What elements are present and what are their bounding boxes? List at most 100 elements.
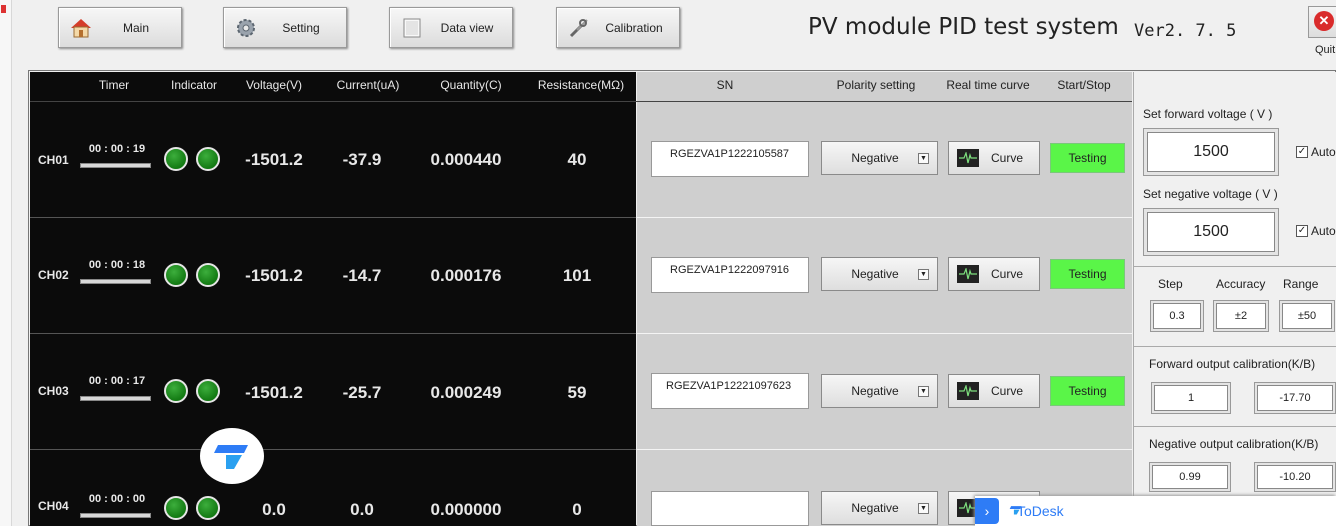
indicator-led [196, 147, 220, 171]
step-input[interactable]: 0.3 [1153, 303, 1201, 329]
header-curve: Real time curve [946, 78, 1030, 92]
curve-button[interactable]: Curve [948, 141, 1040, 175]
quantity-value: 0.000176 [430, 266, 502, 285]
indicator-led [164, 147, 188, 171]
polarity-select[interactable]: Negative ▼ [821, 374, 938, 408]
waveform-icon [957, 265, 979, 283]
header-current: Current(uA) [336, 78, 400, 92]
forward-auto-checkbox[interactable]: ✓ Auto [1296, 145, 1336, 159]
quit-button[interactable]: ✕ Quit [1306, 6, 1336, 58]
indicator-led [164, 263, 188, 287]
indicator-led [164, 496, 188, 520]
measurement-panel [30, 72, 636, 526]
negative-auto-checkbox[interactable]: ✓ Auto [1296, 224, 1336, 238]
channel-label: CH03 [38, 384, 69, 398]
header-indicator: Indicator [170, 78, 218, 92]
waveform-icon [957, 149, 979, 167]
start-stop-button[interactable]: Testing [1050, 376, 1125, 406]
sn-input[interactable]: RGEZVA1P1222105587 [651, 141, 809, 177]
quantity-value: 0.000000 [430, 500, 502, 519]
document-icon [400, 16, 424, 40]
voltage-value: 0.0 [262, 500, 286, 519]
app-title: PV module PID test system [808, 14, 1119, 40]
current-value: -37.9 [342, 150, 382, 169]
forward-voltage-input[interactable]: 1500 [1147, 132, 1275, 172]
negative-k-input[interactable]: 0.99 [1152, 465, 1228, 489]
panel-divider [1134, 266, 1336, 267]
forward-b-input[interactable]: -17.70 [1257, 385, 1333, 411]
forward-k-input[interactable]: 1 [1154, 385, 1228, 411]
panel-divider [1134, 426, 1336, 427]
timer-progress [80, 163, 151, 168]
row-divider [637, 217, 1132, 218]
chevron-right-icon[interactable]: › [975, 498, 999, 524]
calibration-button[interactable]: Calibration [556, 7, 680, 48]
range-input[interactable]: ±50 [1282, 303, 1332, 329]
tools-icon [567, 16, 591, 40]
voltage-value: -1501.2 [245, 150, 303, 169]
current-value: 0.0 [350, 500, 374, 519]
channel-timer: 00 : 00 : 17 [88, 375, 146, 387]
sn-input[interactable]: RGEZVA1P12221097623 [651, 373, 809, 409]
polarity-select[interactable]: Negative ▼ [821, 141, 938, 175]
header-sn: SN [716, 78, 734, 92]
row-divider [30, 449, 636, 450]
header-resistance: Resistance(MΩ) [537, 78, 625, 92]
header-voltage: Voltage(V) [245, 78, 303, 92]
dropdown-arrow-icon: ▼ [918, 268, 929, 280]
main-button[interactable]: Main [58, 7, 182, 48]
sn-input[interactable] [651, 491, 809, 526]
voltage-value: -1501.2 [245, 383, 303, 402]
header-quantity: Quantity(C) [440, 78, 502, 92]
channel-timer: 00 : 00 : 00 [88, 493, 146, 505]
row-divider [637, 449, 1132, 450]
start-stop-button[interactable]: Testing [1050, 143, 1125, 173]
row-divider [30, 333, 636, 334]
resistance-value: 101 [562, 266, 592, 285]
curve-button[interactable]: Curve [948, 257, 1040, 291]
row-divider [637, 333, 1132, 334]
negative-voltage-input[interactable]: 1500 [1147, 212, 1275, 252]
indicator-led [196, 379, 220, 403]
home-icon [69, 16, 93, 40]
header-timer: Timer [98, 78, 130, 92]
timer-progress [80, 396, 151, 401]
timer-progress [80, 513, 151, 518]
negative-voltage-label: Set negative voltage ( V ) [1143, 187, 1278, 201]
negative-b-input[interactable]: -10.20 [1257, 465, 1333, 489]
negative-calibration-label: Negative output calibration(K/B) [1149, 437, 1319, 451]
quantity-value: 0.000249 [430, 383, 502, 402]
panel-divider [1134, 346, 1336, 347]
resistance-value: 59 [567, 383, 587, 402]
channel-timer: 00 : 00 : 19 [88, 143, 146, 155]
window-left-edge [0, 0, 12, 526]
checkbox-icon: ✓ [1296, 225, 1308, 237]
edge-marker [1, 5, 6, 13]
range-label: Range [1283, 277, 1319, 291]
accuracy-input[interactable]: ±2 [1216, 303, 1266, 329]
data-view-button[interactable]: Data view [389, 7, 513, 48]
sn-input[interactable]: RGEZVA1P1222097916 [651, 257, 809, 293]
dropdown-arrow-icon: ▼ [918, 152, 929, 164]
pid-test-screen: Main Setting Data view Calibration PV mo… [0, 0, 1336, 526]
setting-button[interactable]: Setting [223, 7, 347, 48]
header-polarity: Polarity setting [836, 78, 916, 92]
forward-voltage-label: Set forward voltage ( V ) [1143, 107, 1273, 121]
header-divider [30, 101, 1132, 102]
todesk-bar[interactable]: › ToDesk [975, 496, 1336, 526]
quantity-value: 0.000440 [430, 150, 502, 169]
todesk-floating-icon[interactable] [200, 428, 264, 484]
dropdown-arrow-icon: ▼ [918, 502, 929, 514]
curve-button[interactable]: Curve [948, 374, 1040, 408]
indicator-led [196, 263, 220, 287]
start-stop-button[interactable]: Testing [1050, 259, 1125, 289]
channel-label: CH01 [38, 153, 69, 167]
polarity-select[interactable]: Negative ▼ [821, 257, 938, 291]
checkbox-icon: ✓ [1296, 146, 1308, 158]
header-startstop: Start/Stop [1057, 78, 1111, 92]
waveform-icon [957, 382, 979, 400]
dropdown-arrow-icon: ▼ [918, 385, 929, 397]
current-value: -25.7 [342, 383, 382, 402]
polarity-select[interactable]: Negative ▼ [821, 491, 938, 525]
current-value: -14.7 [342, 266, 382, 285]
